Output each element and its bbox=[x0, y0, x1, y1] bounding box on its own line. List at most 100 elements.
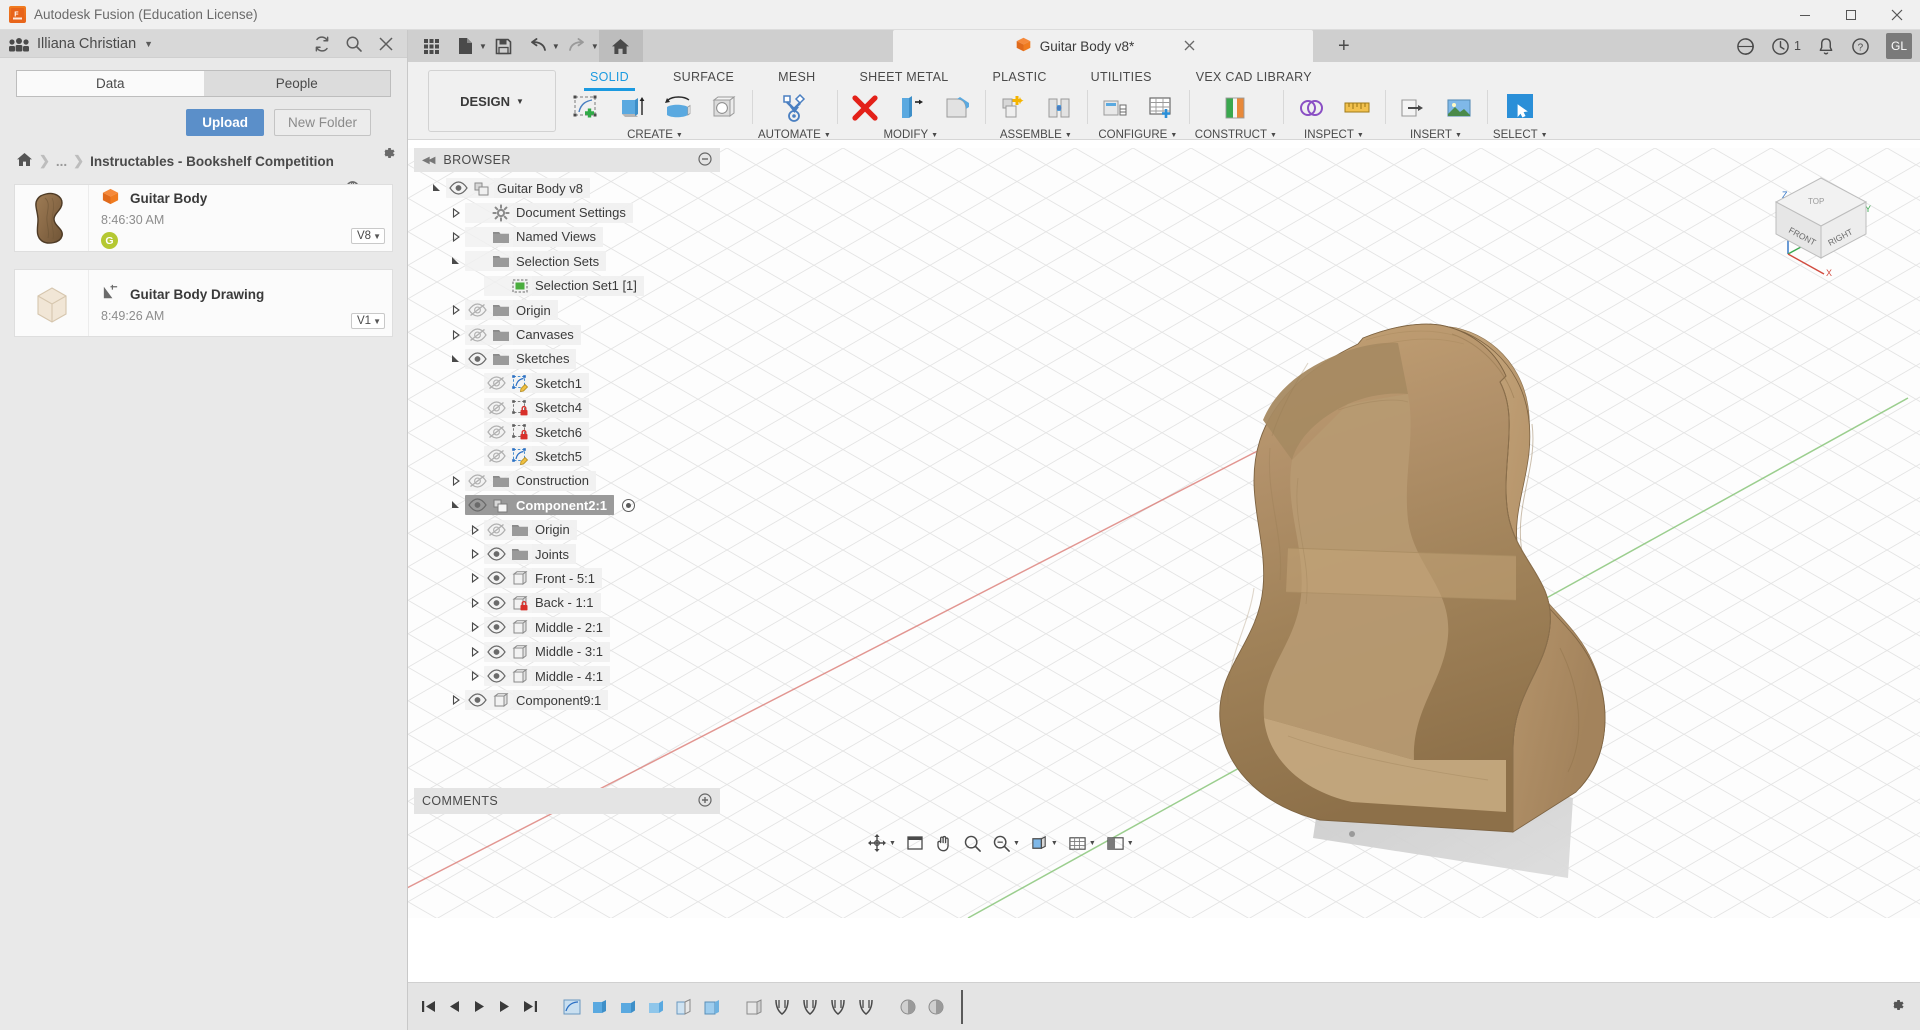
tree-item-content[interactable]: Component2:1 bbox=[465, 495, 614, 516]
panel-label-automate[interactable]: AUTOMATE ▼ bbox=[758, 129, 831, 141]
maximize-icon[interactable] bbox=[1828, 0, 1874, 30]
tree-item-content[interactable]: Back - 1:1 bbox=[484, 592, 601, 613]
document-tab[interactable]: Guitar Body v8* bbox=[893, 30, 1313, 62]
tree-expand-open-icon[interactable] bbox=[447, 256, 465, 266]
revolve-icon[interactable] bbox=[656, 88, 700, 128]
tree-item-content[interactable]: Selection Set1 [1] bbox=[484, 275, 644, 296]
chevron-down-icon[interactable]: ▼ bbox=[889, 840, 896, 847]
comments-panel[interactable]: COMMENTS bbox=[414, 788, 720, 814]
skip-end-icon[interactable] bbox=[522, 999, 539, 1014]
tree-expand-closed-icon[interactable] bbox=[466, 549, 484, 560]
press-pull-icon[interactable] bbox=[889, 88, 933, 128]
panel-label-inspect[interactable]: INSPECT ▼ bbox=[1304, 129, 1364, 141]
redo-group[interactable]: ▼ bbox=[560, 30, 599, 62]
chevron-down-icon[interactable]: ▼ bbox=[1013, 840, 1020, 847]
tree-item[interactable]: Construction bbox=[414, 469, 720, 493]
tab-solid[interactable]: SOLID bbox=[568, 66, 651, 91]
tab-surface[interactable]: SURFACE bbox=[651, 66, 756, 88]
visibility-eye-off-icon[interactable] bbox=[484, 425, 508, 439]
tree-item-content[interactable]: Middle - 2:1 bbox=[484, 617, 610, 638]
step-forward-icon[interactable] bbox=[497, 999, 512, 1014]
tree-item-content[interactable]: Component9:1 bbox=[465, 690, 609, 711]
tree-expand-closed-icon[interactable] bbox=[447, 207, 465, 218]
chevron-down-icon[interactable]: ▼ bbox=[1051, 840, 1058, 847]
new-folder-button[interactable]: New Folder bbox=[273, 109, 371, 136]
tree-item-content[interactable]: Sketch5 bbox=[484, 446, 589, 467]
tree-item[interactable]: Selection Sets bbox=[414, 249, 720, 273]
timeline-feature[interactable] bbox=[799, 994, 821, 1020]
tree-item[interactable]: Component2:1 bbox=[414, 493, 720, 517]
chevron-down-icon[interactable]: ▼ bbox=[479, 42, 487, 51]
tree-expand-open-icon[interactable] bbox=[447, 500, 465, 510]
zoom-fit-icon[interactable]: ▼ bbox=[988, 830, 1024, 856]
tree-item[interactable]: Sketch4 bbox=[414, 396, 720, 420]
tree-item[interactable]: Sketches bbox=[414, 347, 720, 371]
visibility-eye-icon[interactable] bbox=[465, 498, 489, 512]
tree-expand-open-icon[interactable] bbox=[428, 183, 446, 193]
tree-item-content[interactable]: Front - 5:1 bbox=[484, 568, 602, 589]
zoom-icon[interactable] bbox=[959, 830, 986, 856]
panel-label-select[interactable]: SELECT ▼ bbox=[1493, 129, 1548, 141]
redo-icon[interactable] bbox=[560, 30, 594, 62]
tree-expand-closed-icon[interactable] bbox=[466, 622, 484, 633]
tree-item-content[interactable]: Document Settings bbox=[465, 202, 633, 223]
new-file-icon[interactable] bbox=[448, 30, 482, 62]
timeline-settings-gear-icon[interactable] bbox=[1888, 996, 1906, 1017]
timeline-marker[interactable] bbox=[961, 989, 963, 1024]
timeline-feature[interactable] bbox=[589, 994, 611, 1020]
visibility-eye-icon[interactable] bbox=[465, 693, 489, 707]
tree-item-content[interactable]: Canvases bbox=[465, 324, 581, 345]
data-panel-settings-gear-icon[interactable] bbox=[379, 144, 397, 165]
notification-bell-icon[interactable] bbox=[1817, 37, 1835, 56]
undo-icon[interactable] bbox=[521, 30, 555, 62]
fillet-icon[interactable] bbox=[935, 88, 979, 128]
visibility-eye-icon[interactable] bbox=[446, 181, 470, 195]
tab-sheet-metal[interactable]: SHEET METAL bbox=[837, 66, 970, 88]
tree-item[interactable]: Canvases bbox=[414, 322, 720, 346]
panel-label-configure[interactable]: CONFIGURE ▼ bbox=[1098, 129, 1177, 141]
visibility-eye-off-icon[interactable] bbox=[484, 376, 508, 390]
tree-item-content[interactable]: Origin bbox=[465, 300, 558, 321]
timeline-feature[interactable] bbox=[855, 994, 877, 1020]
tree-item[interactable]: Sketch6 bbox=[414, 420, 720, 444]
tree-item-content[interactable]: Sketch6 bbox=[484, 422, 589, 443]
collapse-icon[interactable]: ◀◀ bbox=[422, 155, 435, 166]
tree-item[interactable]: Middle - 4:1 bbox=[414, 664, 720, 688]
tree-expand-closed-icon[interactable] bbox=[447, 475, 465, 486]
tab-utilities[interactable]: UTILITIES bbox=[1069, 66, 1174, 88]
timeline-feature[interactable] bbox=[827, 994, 849, 1020]
configure-icon[interactable] bbox=[1093, 88, 1137, 128]
workspace-selector[interactable]: DESIGN ▼ bbox=[428, 70, 556, 132]
visibility-eye-off-icon[interactable] bbox=[465, 474, 489, 488]
tree-item-content[interactable]: Origin bbox=[484, 519, 577, 540]
tree-expand-open-icon[interactable] bbox=[447, 354, 465, 364]
create-sketch-icon[interactable] bbox=[564, 88, 608, 128]
tree-item-content[interactable]: Joints bbox=[484, 544, 576, 565]
tree-expand-closed-icon[interactable] bbox=[466, 671, 484, 681]
pan-icon[interactable] bbox=[930, 830, 957, 856]
timeline-feature[interactable] bbox=[771, 994, 793, 1020]
tree-expand-closed-icon[interactable] bbox=[466, 597, 484, 608]
visibility-eye-icon[interactable] bbox=[465, 352, 489, 366]
panel-label-assemble[interactable]: ASSEMBLE ▼ bbox=[1000, 129, 1072, 141]
breadcrumb-current[interactable]: Instructables - Bookshelf Competition bbox=[90, 154, 334, 169]
visibility-eye-icon[interactable] bbox=[484, 620, 508, 634]
minimize-icon[interactable] bbox=[698, 151, 712, 169]
file-card[interactable]: Guitar Body Drawing 8:49:26 AM V1 ▼ bbox=[14, 269, 393, 337]
tree-item-content[interactable]: Construction bbox=[465, 470, 596, 491]
display-settings-icon[interactable]: ▼ bbox=[1026, 830, 1062, 856]
tree-item-content[interactable]: Guitar Body v8 bbox=[446, 178, 590, 199]
file-card[interactable]: Guitar Body 8:46:30 AM G V8 ▼ bbox=[14, 184, 393, 252]
measure-icon[interactable] bbox=[1335, 88, 1379, 128]
tree-item-content[interactable]: Named Views bbox=[465, 226, 603, 247]
tree-item[interactable]: Selection Set1 [1] bbox=[414, 274, 720, 298]
config-table-icon[interactable] bbox=[1139, 88, 1183, 128]
breadcrumb-ellipsis[interactable]: ... bbox=[56, 154, 67, 169]
new-component-icon[interactable] bbox=[991, 88, 1035, 128]
tree-item[interactable]: Sketch5 bbox=[414, 444, 720, 468]
tree-item[interactable]: Back - 1:1 bbox=[414, 591, 720, 615]
activate-component-icon[interactable] bbox=[622, 498, 635, 512]
joint-icon[interactable] bbox=[1037, 88, 1081, 128]
timeline-feature[interactable] bbox=[743, 994, 765, 1020]
chevron-down-icon[interactable]: ▼ bbox=[144, 39, 153, 49]
